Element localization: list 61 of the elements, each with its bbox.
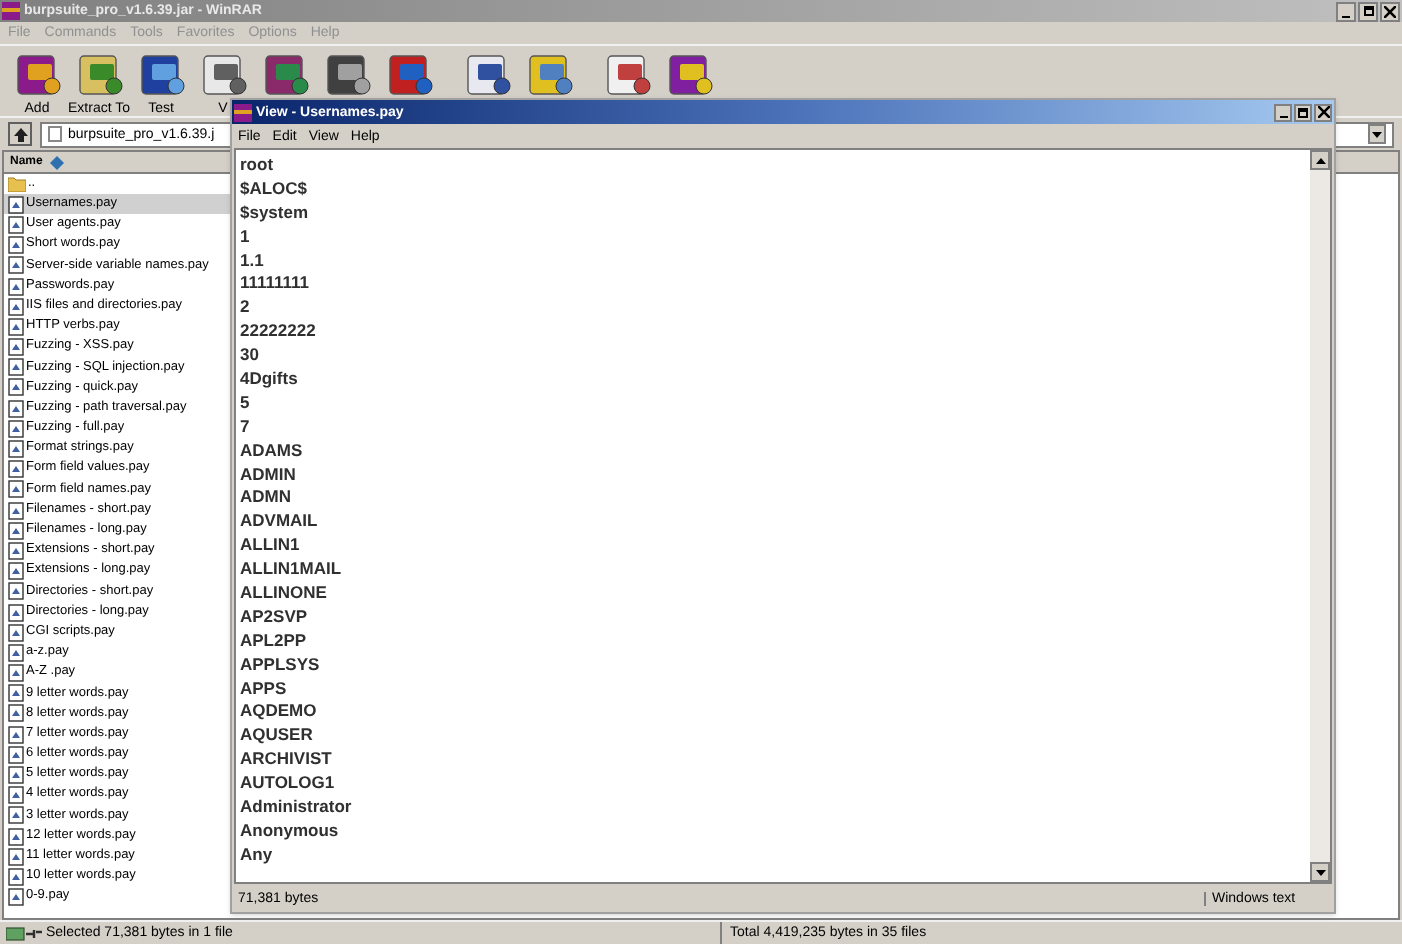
up-arrow-icon [13, 127, 27, 141]
text-line: 11111111 [240, 272, 312, 297]
text-line: Any [240, 843, 275, 868]
maximize-button[interactable] [1294, 103, 1312, 121]
toolbar-icon[interactable] [601, 50, 653, 98]
toolbar-icon[interactable] [461, 50, 513, 98]
close-button[interactable] [1314, 103, 1332, 121]
toolbar-icon[interactable] [321, 50, 373, 98]
text-line: AQUSER [240, 724, 315, 749]
text-line: ADVMAIL [240, 510, 320, 535]
text-line: root [240, 154, 276, 178]
toolbar-icon[interactable] [523, 50, 575, 98]
scroll-up-button[interactable] [1310, 150, 1330, 170]
toolbar-icon[interactable] [135, 50, 187, 98]
down-arrow-icon [1315, 869, 1325, 875]
text-line: 1.1 [240, 249, 266, 273]
text-line: APL2PP [240, 629, 309, 654]
scroll-down-button[interactable] [1310, 862, 1330, 882]
toolbar-icon[interactable] [197, 50, 249, 98]
text-line: ARCHIVIST [240, 748, 334, 773]
text-line: 4Dgifts [240, 368, 300, 392]
text-line: ALLINONE [240, 582, 329, 606]
app-icon [2, 2, 20, 20]
text-line: APPLSYS [240, 653, 322, 678]
text-line: ADMN [240, 486, 293, 511]
text-line: AQDEMO [240, 700, 319, 725]
text-line: 7 [240, 415, 252, 440]
app-icon [234, 103, 252, 121]
up-button[interactable] [8, 122, 32, 146]
text-line: 30 [240, 344, 261, 369]
toolbar-icon[interactable] [383, 50, 435, 98]
close-button[interactable] [1380, 1, 1400, 21]
sort-icon [50, 155, 65, 169]
up-arrow-icon [1315, 157, 1325, 163]
toolbar-icon[interactable] [663, 50, 715, 98]
text-line: 22222222 [240, 320, 318, 345]
scrollbar[interactable] [1310, 150, 1330, 882]
text-line: 5 [240, 391, 252, 416]
text-line: ADMIN [240, 463, 298, 487]
text-line: Administrator [240, 796, 354, 820]
text-line: Anonymous [240, 819, 341, 844]
toolbar-icon[interactable] [11, 50, 63, 98]
text-line: 2 [240, 296, 252, 321]
text-line: AP2SVP [240, 605, 310, 630]
minimize-button[interactable] [1336, 1, 1356, 21]
text-line: ALLIN1MAIL [240, 558, 344, 583]
text-line: 1 [240, 225, 252, 250]
dropdown-button[interactable] [1368, 124, 1386, 144]
down-arrow-icon [1372, 131, 1382, 137]
maximize-button[interactable] [1358, 1, 1378, 21]
text-line: APPS [240, 677, 289, 701]
text-line: ALLIN1 [240, 534, 302, 559]
drive-icon [6, 925, 42, 941]
minimize-button[interactable] [1274, 103, 1292, 121]
text-line: ADAMS [240, 439, 305, 464]
toolbar-icon[interactable] [73, 50, 125, 98]
file-icon [48, 126, 62, 142]
text-line: $system [240, 201, 311, 226]
toolbar-icon[interactable] [259, 50, 311, 98]
text-line: AUTOLOG1 [240, 772, 337, 797]
text-line: $ALOC$ [240, 177, 310, 202]
